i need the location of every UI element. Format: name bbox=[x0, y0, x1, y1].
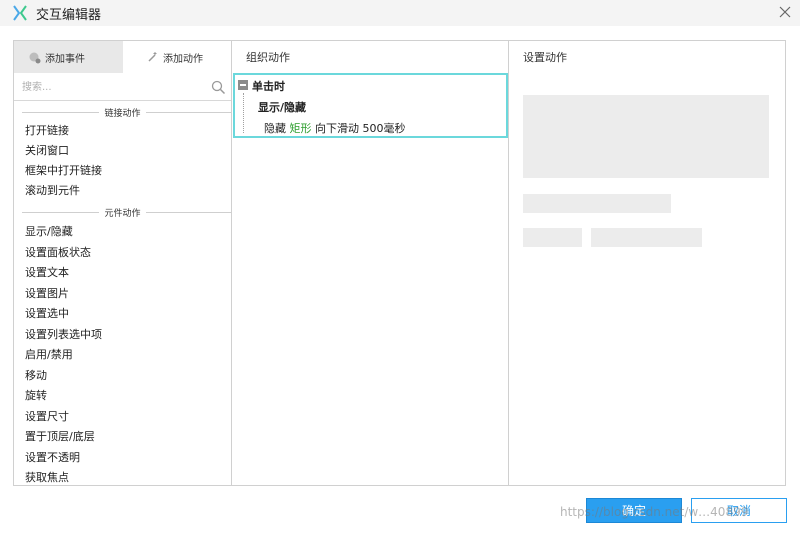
placeholder-chip bbox=[591, 228, 702, 247]
action-set-text[interactable]: 设置文本 bbox=[25, 264, 69, 282]
add-event-icon bbox=[29, 52, 41, 63]
search-bar bbox=[14, 74, 231, 101]
organize-actions-panel: 组织动作 单击时 显示/隐藏 隐藏 矩形 向下滑动 500毫秒 bbox=[231, 40, 509, 486]
search-icon[interactable] bbox=[211, 80, 226, 95]
configure-action-panel: 设置动作 bbox=[508, 40, 786, 486]
widget-actions-header: 元件动作 bbox=[14, 205, 231, 219]
action-close-window[interactable]: 关闭窗口 bbox=[25, 142, 69, 160]
configure-action-title: 设置动作 bbox=[523, 51, 567, 64]
action-set-selected[interactable]: 设置选中 bbox=[25, 305, 69, 323]
action-move[interactable]: 移动 bbox=[25, 367, 47, 385]
action-open-link-in-frame[interactable]: 框架中打开链接 bbox=[25, 162, 102, 180]
tab-add-event[interactable]: 添加事件 bbox=[14, 41, 123, 73]
placeholder-bar bbox=[523, 194, 671, 213]
action-rotate[interactable]: 旋转 bbox=[25, 387, 47, 405]
action-set-image[interactable]: 设置图片 bbox=[25, 285, 69, 303]
action-set-panel-state[interactable]: 设置面板状态 bbox=[25, 244, 91, 262]
organize-actions-title: 组织动作 bbox=[246, 51, 290, 64]
event-block[interactable]: 单击时 显示/隐藏 隐藏 矩形 向下滑动 500毫秒 bbox=[233, 73, 508, 138]
action-verb: 隐藏 bbox=[264, 122, 286, 135]
action-set-size[interactable]: 设置尺寸 bbox=[25, 408, 69, 426]
title-bar: 交互编辑器 bbox=[0, 0, 800, 26]
action-set-opacity[interactable]: 设置不透明 bbox=[25, 449, 80, 467]
action-bring-to-front-back[interactable]: 置于顶层/底层 bbox=[25, 428, 95, 446]
tab-add-event-label: 添加事件 bbox=[45, 53, 85, 65]
action-row[interactable]: 隐藏 矩形 向下滑动 500毫秒 bbox=[264, 120, 406, 136]
case-label[interactable]: 显示/隐藏 bbox=[258, 99, 306, 115]
search-input[interactable] bbox=[22, 79, 202, 96]
action-enable-disable[interactable]: 启用/禁用 bbox=[25, 346, 73, 364]
action-open-link[interactable]: 打开链接 bbox=[25, 122, 69, 140]
placeholder-block bbox=[523, 95, 769, 178]
tab-add-action[interactable]: 添加动作 bbox=[123, 41, 232, 73]
axure-x-logo-icon bbox=[13, 5, 27, 21]
action-target: 矩形 bbox=[289, 122, 312, 135]
close-icon[interactable] bbox=[778, 5, 792, 19]
action-show-hide[interactable]: 显示/隐藏 bbox=[25, 223, 73, 241]
ok-button[interactable]: 确定 bbox=[586, 498, 682, 523]
window-title: 交互编辑器 bbox=[36, 8, 102, 23]
event-label[interactable]: 单击时 bbox=[252, 78, 285, 94]
actions-library-panel: 添加事件 添加动作 链接动作 打开链接 关闭窗口 框架中打开链接 滚动到元件 元… bbox=[13, 40, 232, 486]
action-focus[interactable]: 获取焦点 bbox=[25, 469, 69, 487]
tab-add-action-label: 添加动作 bbox=[163, 53, 203, 65]
cancel-button[interactable]: 取消 bbox=[691, 498, 787, 523]
library-tabs: 添加事件 添加动作 bbox=[14, 41, 232, 73]
action-detail: 向下滑动 500毫秒 bbox=[315, 122, 406, 135]
link-actions-header: 链接动作 bbox=[14, 105, 231, 119]
add-action-icon bbox=[148, 51, 157, 62]
tree-connector bbox=[243, 93, 244, 133]
placeholder-chip bbox=[523, 228, 582, 247]
collapse-minus-icon[interactable] bbox=[238, 80, 248, 90]
action-scroll-to-widget[interactable]: 滚动到元件 bbox=[25, 182, 80, 200]
action-set-list-selection[interactable]: 设置列表选中项 bbox=[25, 326, 102, 344]
